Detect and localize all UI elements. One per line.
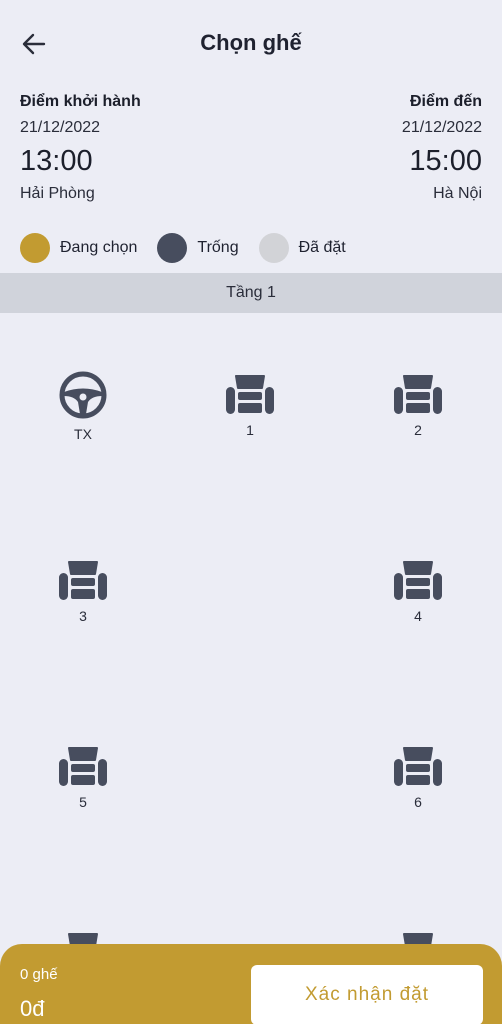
seat-5[interactable]: 5 (43, 746, 123, 810)
seat-icon (226, 375, 274, 414)
seat-2[interactable]: 2 (378, 374, 458, 438)
seat-icon (59, 561, 107, 600)
seat-number: 1 (246, 422, 254, 438)
seat-number: 6 (414, 794, 422, 810)
seat-number: 5 (79, 794, 87, 810)
seat-1[interactable]: 1 (210, 374, 290, 438)
selected-seat-count: 0 ghế (20, 966, 58, 983)
total-price: 0đ (20, 996, 45, 1021)
seat-icon (394, 747, 442, 786)
seat-3[interactable]: 3 (43, 560, 123, 624)
legend-booked-dot (258, 233, 289, 263)
booking-footer: 0 ghế 0đ Xác nhận đặt (0, 944, 502, 1024)
trip-info: Điểm khởi hành 21/12/2022 13:00 Hải Phòn… (20, 92, 482, 207)
legend-selecting: Đang chọn (20, 233, 137, 263)
steering-wheel-icon (59, 371, 107, 419)
departure-label: Điểm khởi hành (20, 93, 141, 110)
seat-6[interactable]: 6 (378, 746, 458, 810)
legend-available-label: Trống (197, 239, 239, 256)
seat-icon (394, 375, 442, 414)
arrival-label: Điểm đến (409, 93, 482, 110)
driver-seat: TX (43, 370, 123, 442)
arrival-date: 21/12/2022 (401, 119, 482, 136)
departure-date: 21/12/2022 (20, 119, 101, 136)
seat-4[interactable]: 4 (378, 560, 458, 624)
seat-number: 2 (414, 422, 422, 438)
floor-header: Tầng 1 (0, 273, 502, 313)
departure-time: 13:00 (20, 145, 93, 177)
seat-number: 3 (79, 608, 87, 624)
legend-selecting-label: Đang chọn (60, 239, 138, 256)
legend-available: Trống (157, 233, 239, 263)
seat-legend: Đang chọn Trống Đã đặt (20, 232, 366, 264)
seat-number: 4 (414, 608, 422, 624)
legend-booked-label: Đã đặt (298, 239, 346, 256)
departure-city: Hải Phòng (20, 185, 95, 202)
page-title: Chọn ghế (200, 30, 302, 55)
departure-info: Điểm khởi hành 21/12/2022 13:00 Hải Phòn… (20, 92, 141, 205)
legend-available-dot (157, 233, 188, 263)
arrival-info: Điểm đến 21/12/2022 15:00 Hà Nội (402, 92, 482, 205)
legend-selecting-dot (20, 233, 50, 263)
driver-label: TX (74, 426, 92, 442)
arrival-city: Hà Nội (433, 185, 482, 202)
arrival-time: 15:00 (409, 145, 482, 177)
header: Chọn ghế (0, 0, 502, 90)
legend-booked: Đã đặt (258, 233, 346, 263)
confirm-booking-button[interactable]: Xác nhận đặt (251, 965, 483, 1024)
seat-icon (59, 747, 107, 786)
seat-icon (394, 561, 442, 600)
